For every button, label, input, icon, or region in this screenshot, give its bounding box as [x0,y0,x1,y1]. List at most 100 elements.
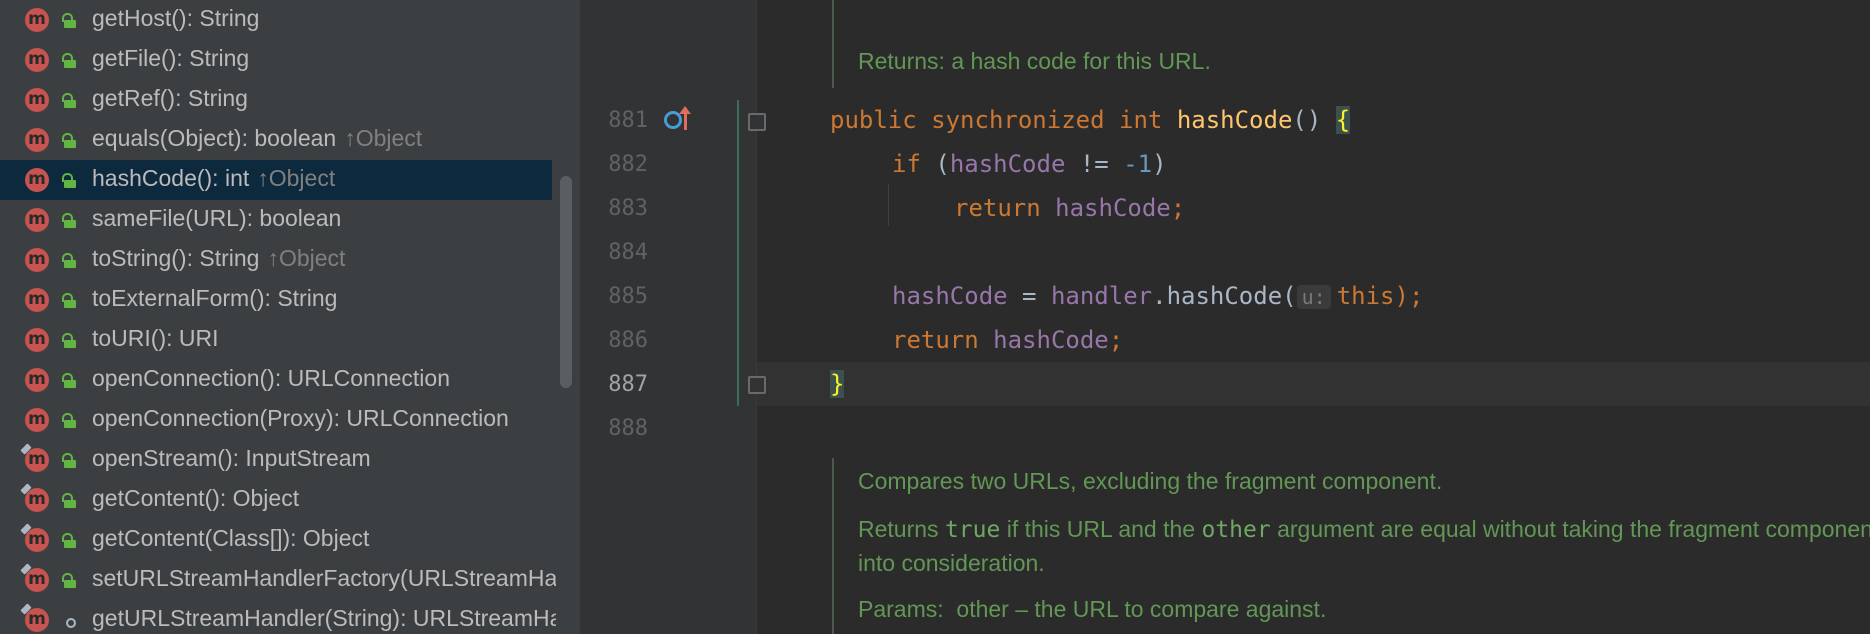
code-line-887[interactable]: } [830,370,845,398]
method-icon: m [25,48,49,72]
method-icon: m [25,408,49,432]
structure-member[interactable]: m equals(Object): boolean ↑Object [0,120,552,160]
public-lock-icon [62,493,77,508]
semicolon: ; [1170,194,1186,222]
paren: ( [920,150,950,178]
structure-member[interactable]: m getContent(Class[]): Object [0,520,552,560]
overrides-method-icon[interactable] [664,106,692,134]
method-icon: m [25,208,49,232]
line-number[interactable]: 888 [580,416,648,441]
package-private-icon [62,613,77,628]
vcs-change-marker[interactable] [737,100,739,406]
structure-panel: m getHost(): String m getFile(): String m get… [0,0,556,634]
structure-member[interactable]: m openConnection(Proxy): URLConnection [0,400,552,440]
final-method-icon: m [25,448,49,472]
member-signature: toURI(): URI [92,325,219,351]
inherited-from: ↑Object [344,125,423,151]
final-method-icon: m [25,528,49,552]
method-icon: m [25,248,49,272]
doc-text: argument are equal without taking the fr… [1270,516,1870,542]
brace-open: { [1335,106,1351,134]
member-signature: toExternalForm(): String [92,285,338,311]
code-line-886[interactable]: return hashCode; [892,326,1123,354]
doc-text: if this URL and the [1000,516,1202,542]
line-number[interactable]: 885 [580,284,648,309]
line-number[interactable]: 881 [580,108,648,133]
structure-member[interactable]: m openConnection(): URLConnection [0,360,552,400]
line-number-current[interactable]: 887 [580,372,648,397]
structure-member[interactable]: m setURLStreamHandlerFactory(URLStreamHan… [0,560,556,600]
field-ref: handler [1050,282,1153,310]
number-literal: -1 [1123,150,1153,178]
method-icon: m [25,128,49,152]
structure-member[interactable]: m getRef(): String [0,80,552,120]
member-signature: hashCode(): int [92,165,250,191]
semicolon: ; [1108,326,1124,354]
fold-start-icon[interactable] [748,113,766,131]
keyword: this [1336,282,1395,310]
doc-code: true [944,517,1001,543]
doc-returns-text: a hash code for this URL. [951,48,1211,74]
final-method-icon: m [25,488,49,512]
structure-member[interactable]: m sameFile(URL): boolean [0,200,552,240]
field-ref: hashCode [993,326,1109,354]
public-lock-icon [62,173,77,188]
doc-code: other [1201,517,1271,543]
member-signature: openStream(): InputStream [92,445,371,471]
structure-member[interactable]: m toURI(): URI [0,320,552,360]
line-number[interactable]: 886 [580,328,648,353]
member-signature: openConnection(Proxy): URLConnection [92,405,509,431]
structure-scrollbar[interactable] [560,176,572,388]
doc-text: Returns [858,516,945,542]
public-lock-icon [62,573,77,588]
doc-comment-bar [832,458,834,634]
doc-comment-bar [832,0,834,88]
public-lock-icon [62,293,77,308]
field-ref: hashCode [949,150,1066,178]
member-signature: openConnection(): URLConnection [92,365,450,391]
structure-member[interactable]: m toString(): String ↑Object [0,240,552,280]
code-line-883[interactable]: return hashCode; [954,194,1185,222]
structure-member[interactable]: m getFile(): String [0,40,552,80]
member-signature: toString(): String [92,245,260,271]
public-lock-icon [62,253,77,268]
operator: != [1065,150,1124,178]
paren: ) [1152,150,1167,178]
structure-member[interactable]: m openStream(): InputStream [0,440,552,480]
line-number[interactable]: 882 [580,152,648,177]
code-line-882[interactable]: if (hashCode != -1) [892,150,1167,178]
caret-row-highlight [757,362,1870,406]
keyword: public [830,106,917,134]
public-lock-icon [62,133,77,148]
structure-member[interactable]: m getURLStreamHandler(String): URLStreamH… [0,600,556,634]
doc-summary: Compares two URLs, excluding the fragmen… [858,468,1443,494]
statement-end: ); [1394,282,1424,310]
doc-returns: Returns: a hash code for this URL. [858,48,1211,75]
public-lock-icon [62,413,77,428]
public-lock-icon [62,373,77,388]
indent-guide [888,184,889,226]
public-lock-icon [62,333,77,348]
gutter-separator [756,0,757,634]
code-line-881[interactable]: public synchronized int hashCode() { [830,106,1351,134]
public-lock-icon [62,213,77,228]
structure-member[interactable]: m getContent(): Object [0,480,552,520]
code-line-885[interactable]: hashCode = handler.hashCode(u: this); [892,282,1423,310]
line-number[interactable]: 884 [580,240,648,265]
structure-member[interactable]: m getHost(): String [0,0,552,40]
structure-member[interactable]: m toExternalForm(): String [0,280,552,320]
doc-returns-cont: into consideration. [858,550,1045,576]
parens: () [1292,106,1336,134]
inherited-from: ↑Object [257,165,336,191]
public-lock-icon [62,53,77,68]
static-method-icon: m [25,568,49,592]
structure-member[interactable]: m hashCode(): int ↑Object [0,160,552,200]
member-signature: sameFile(URL): boolean [92,205,342,231]
public-lock-icon [62,13,77,28]
fold-end-icon[interactable] [748,376,766,394]
parameter-hint: u: [1296,285,1331,309]
operator: = [1007,282,1051,310]
method-icon: m [25,328,49,352]
line-number[interactable]: 883 [580,196,648,221]
public-lock-icon [62,453,77,468]
